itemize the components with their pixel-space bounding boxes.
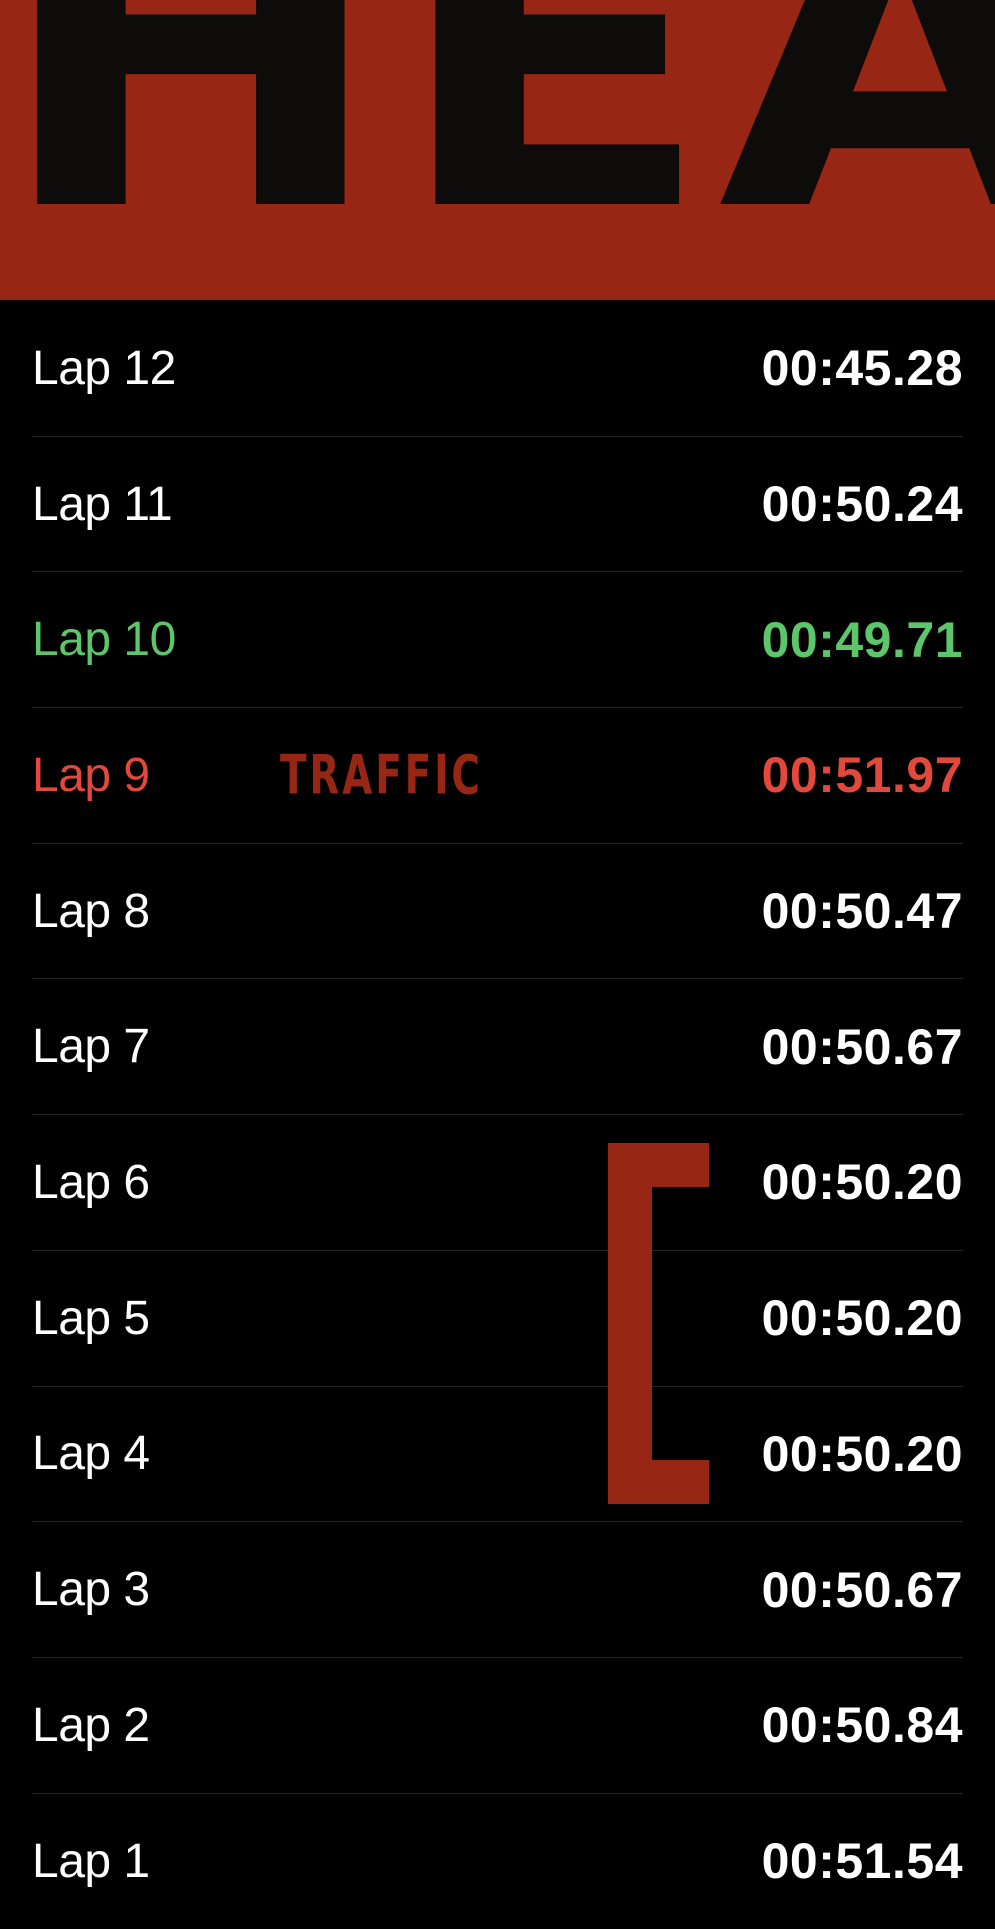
lap-label: Lap 3 (32, 1563, 150, 1617)
lap-label: Lap 11 (32, 477, 173, 531)
lap-time: 00:50.20 (761, 1290, 963, 1347)
bracket-bottom-arm (608, 1460, 709, 1504)
lap-row: Lap 12 00:45.28 (32, 301, 963, 437)
lap-row: Lap 1 00:51.54 (32, 1794, 963, 1929)
lap-time: 00:51.54 (761, 1833, 963, 1890)
lap-time: 00:50.67 (761, 1561, 963, 1618)
bracket-icon (608, 1143, 709, 1504)
lap-list: Lap 12 00:45.28 Lap 11 00:50.24 Lap 10 0… (0, 301, 995, 1929)
lap-label: Lap 12 (32, 341, 176, 395)
lap-row: Lap 11 00:50.24 (32, 437, 963, 573)
lap-row: Lap 2 00:50.84 (32, 1658, 963, 1794)
lap-row: Lap 7 00:50.67 (32, 979, 963, 1116)
bracket-top-arm (608, 1143, 709, 1187)
lap-label: Lap 10 (32, 613, 176, 667)
lap-label: Lap 8 (32, 884, 150, 938)
lap-time: 00:50.20 (761, 1425, 963, 1482)
lap-label: Lap 2 (32, 1698, 150, 1752)
lap-row: Lap 5 00:50.20 (32, 1251, 963, 1387)
lap-time: 00:50.20 (761, 1154, 963, 1211)
lap-time: 00:45.28 (761, 340, 963, 397)
lap-row: Lap 4 00:50.20 (32, 1387, 963, 1523)
lap-row: Lap 6 00:50.20 (32, 1115, 963, 1251)
lap-time: 00:50.24 (761, 476, 963, 533)
lap-row-worst: Lap 9 TRAFFIC 00:51.97 (32, 708, 963, 844)
traffic-annotation: TRAFFIC (280, 743, 483, 807)
lap-time: 00:50.84 (761, 1697, 963, 1754)
lap-time: 00:50.67 (761, 1018, 963, 1075)
lap-label: Lap 7 (32, 1020, 150, 1074)
lap-label: Lap 6 (32, 1155, 150, 1209)
lap-label: Lap 1 (32, 1834, 150, 1888)
lap-row-best: Lap 10 00:49.71 (32, 572, 963, 709)
bracket-spine (608, 1143, 652, 1504)
lap-label: Lap 5 (32, 1291, 150, 1345)
lap-row: Lap 8 00:50.47 (32, 844, 963, 980)
lap-label: Lap 9 (32, 748, 150, 802)
lap-time: 00:50.47 (761, 883, 963, 940)
lap-time: 00:51.97 (761, 747, 963, 804)
lap-row: Lap 3 00:50.67 (32, 1522, 963, 1658)
heat-banner: HEAT 2 (0, 0, 995, 300)
lap-label: Lap 4 (32, 1427, 150, 1481)
banner-title: HEAT 2 (0, 0, 995, 300)
lap-time: 00:49.71 (761, 611, 963, 668)
